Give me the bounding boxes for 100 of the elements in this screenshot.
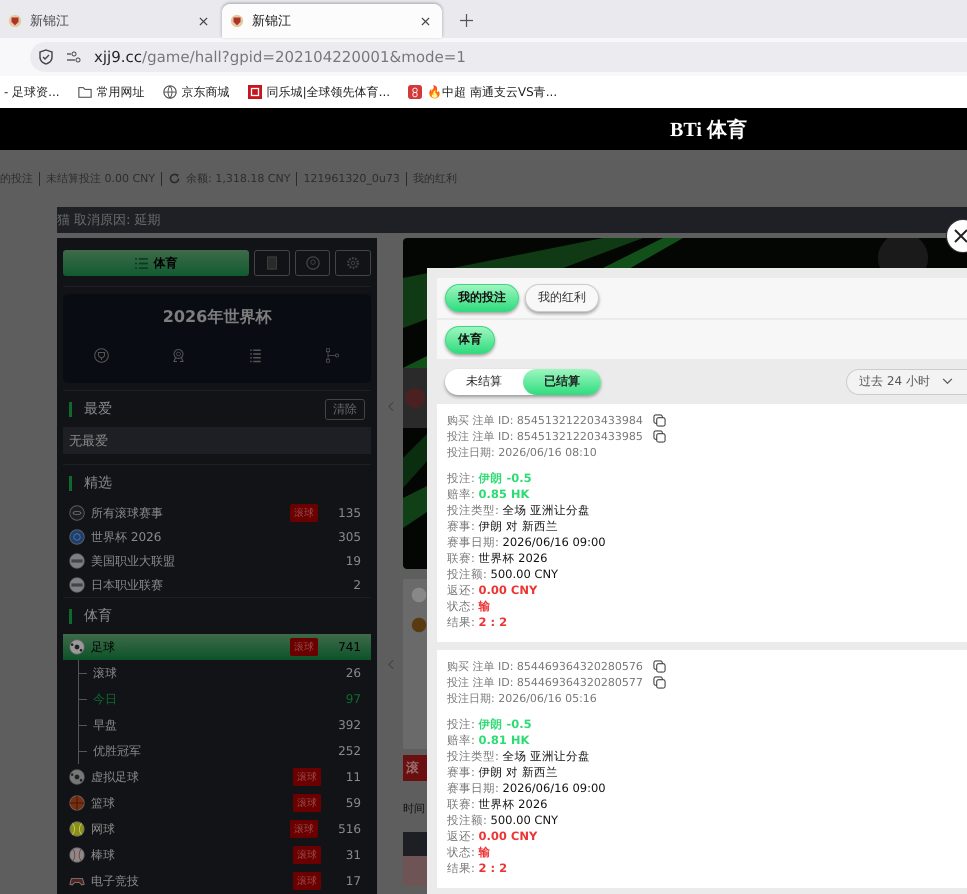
soccer-ball-icon bbox=[69, 639, 85, 655]
new-tab-icon[interactable] bbox=[460, 14, 473, 27]
detail-line: 联赛: 世界杯 2026 bbox=[447, 550, 548, 566]
copy-icon[interactable] bbox=[652, 414, 666, 428]
live-badge: 滚球 bbox=[293, 794, 321, 812]
sports-tab[interactable]: 体育 bbox=[63, 250, 250, 276]
detail-line: 赛事: 伊朗 对 新西兰 bbox=[447, 518, 559, 534]
square-logo-icon bbox=[248, 85, 262, 99]
copy-icon[interactable] bbox=[652, 430, 666, 444]
pill-tab[interactable]: 我的投注 bbox=[445, 284, 519, 312]
medal-icon[interactable] bbox=[171, 348, 186, 363]
sub-item[interactable]: 优胜冠军 bbox=[93, 742, 332, 760]
ticket-icon bbox=[264, 256, 279, 270]
tune-icon[interactable] bbox=[66, 49, 82, 65]
bookmark[interactable]: 🔥中超 南通支云VS青... bbox=[408, 84, 558, 100]
event-count: 11 bbox=[344, 770, 361, 784]
live-badge: 滚球 bbox=[293, 872, 321, 890]
detail-line: 投注额: 500.00 CNY bbox=[447, 566, 560, 582]
detail-line: 投注: 伊朗 -0.5 bbox=[447, 470, 533, 486]
bet-slip-button[interactable] bbox=[254, 250, 290, 276]
detail-line: 状态: 输 bbox=[447, 844, 492, 860]
list-icon bbox=[134, 258, 148, 268]
bet-date: 投注日期: 2026/06/16 08:10 bbox=[447, 444, 597, 461]
detail-line: 返还: 0.00 CNY bbox=[447, 582, 538, 598]
table-row bbox=[403, 856, 427, 886]
bet-id: 投注 注单 ID: 854469364320280577 bbox=[447, 674, 643, 691]
league-name[interactable]: 所有滚球赛事 bbox=[91, 504, 284, 522]
sub-item[interactable]: 今日 bbox=[93, 690, 335, 708]
detail-line: 赔率: 0.85 HK bbox=[447, 486, 530, 502]
close-icon[interactable] bbox=[421, 16, 430, 26]
detail-line: 返还: 0.00 CNY bbox=[447, 828, 538, 844]
detail-line: 赛事: 伊朗 对 新西兰 bbox=[447, 764, 559, 780]
section-title: 最爱 bbox=[84, 400, 113, 418]
refresh-icon[interactable] bbox=[168, 172, 182, 185]
bracket-icon[interactable] bbox=[325, 348, 340, 363]
detail-line: 结果: 2 : 2 bbox=[447, 860, 508, 876]
detail-line: 赛事日期: 2026/06/16 09:00 bbox=[447, 780, 607, 796]
address-bar[interactable]: xjj9.cc/game/hall?gpid=202104220001&mode=1 bbox=[30, 42, 967, 72]
list-icon[interactable] bbox=[248, 348, 263, 363]
category-tab[interactable]: 体育 bbox=[445, 326, 495, 354]
status-tab[interactable]: 已结算 bbox=[523, 368, 601, 395]
close-icon bbox=[954, 229, 967, 243]
bookmark[interactable]: 同乐城|全球领先体育... bbox=[248, 84, 390, 100]
live-badge: 滚球 bbox=[293, 768, 321, 786]
event-count: 392 bbox=[338, 718, 361, 732]
app-logo-icon bbox=[408, 85, 422, 99]
baseball-icon bbox=[411, 587, 427, 603]
live-button[interactable]: 滚 bbox=[403, 755, 427, 781]
sport-row[interactable]: 网球 滚球 516 bbox=[63, 816, 371, 842]
account-button[interactable] bbox=[294, 250, 330, 276]
detail-line: 结果: 2 : 2 bbox=[447, 614, 508, 630]
league-logo-icon bbox=[69, 553, 85, 569]
league-name[interactable]: 美国职业大联盟 bbox=[91, 552, 335, 570]
bookmark[interactable]: 常用网址 bbox=[78, 84, 145, 100]
league-name[interactable]: 世界杯 2026 bbox=[91, 528, 332, 546]
event-count: 17 bbox=[344, 874, 361, 888]
copy-icon[interactable] bbox=[652, 676, 666, 690]
detail-line: 赔率: 0.81 HK bbox=[447, 732, 530, 748]
site-title: BTi 体育 bbox=[670, 117, 747, 142]
sport-row[interactable]: 篮球 滚球 59 bbox=[63, 790, 371, 816]
bookmark[interactable]: 京东商城 bbox=[162, 84, 230, 100]
baseball-icon bbox=[69, 847, 85, 863]
section-title: 体育 bbox=[84, 607, 113, 625]
period-dropdown[interactable]: 过去 24 小时 bbox=[846, 368, 967, 395]
close-icon[interactable] bbox=[199, 16, 208, 26]
status-tab[interactable]: 未结算 bbox=[445, 368, 523, 395]
sport-row[interactable]: 电子竞技 滚球 17 bbox=[63, 868, 371, 894]
event-count: 741 bbox=[338, 640, 361, 654]
browser-tab[interactable]: 新锦江 bbox=[222, 4, 442, 38]
sub-item[interactable]: 滚球 bbox=[93, 664, 335, 682]
sport-row[interactable]: 虚拟足球 滚球 11 bbox=[63, 764, 371, 790]
detail-line: 状态: 输 bbox=[447, 598, 492, 614]
league-name[interactable]: 日本职业联赛 bbox=[91, 576, 335, 594]
live-badge: 滚球 bbox=[293, 846, 321, 864]
sport-row[interactable]: 棒球 滚球 31 bbox=[63, 842, 371, 868]
settings-icon bbox=[346, 256, 360, 270]
team-logo-icon bbox=[411, 617, 427, 633]
detail-line: 赛事日期: 2026/06/16 09:00 bbox=[447, 534, 607, 550]
sport-name: 电子竞技 bbox=[91, 872, 140, 890]
event-count: 516 bbox=[338, 822, 361, 836]
event-count: 19 bbox=[344, 554, 361, 568]
clear-button[interactable]: 清除 bbox=[325, 398, 365, 420]
empty-text: 无最爱 bbox=[69, 432, 108, 450]
pill-tab[interactable]: 我的红利 bbox=[525, 284, 599, 312]
sport-row[interactable]: 足球 滚球 741 bbox=[63, 634, 371, 660]
settings-button[interactable] bbox=[335, 250, 372, 276]
world-cup-title: 2026年世界杯 bbox=[162, 307, 272, 328]
caret-icon bbox=[942, 378, 953, 386]
globe-emblem-icon bbox=[69, 529, 85, 545]
event-count: 31 bbox=[344, 848, 361, 862]
chevron-left-icon[interactable] bbox=[388, 401, 395, 412]
trophy-icon[interactable] bbox=[94, 348, 109, 363]
sub-item[interactable]: 早盘 bbox=[93, 716, 332, 734]
copy-icon[interactable] bbox=[652, 660, 666, 674]
chevron-left-icon[interactable] bbox=[388, 659, 395, 670]
shield-check-icon bbox=[38, 49, 54, 65]
event-count: 59 bbox=[344, 796, 361, 810]
sport-name: 虚拟足球 bbox=[91, 768, 140, 786]
shield-logo-icon bbox=[8, 14, 22, 28]
bookmark[interactable]: - 足球资... bbox=[4, 84, 60, 100]
